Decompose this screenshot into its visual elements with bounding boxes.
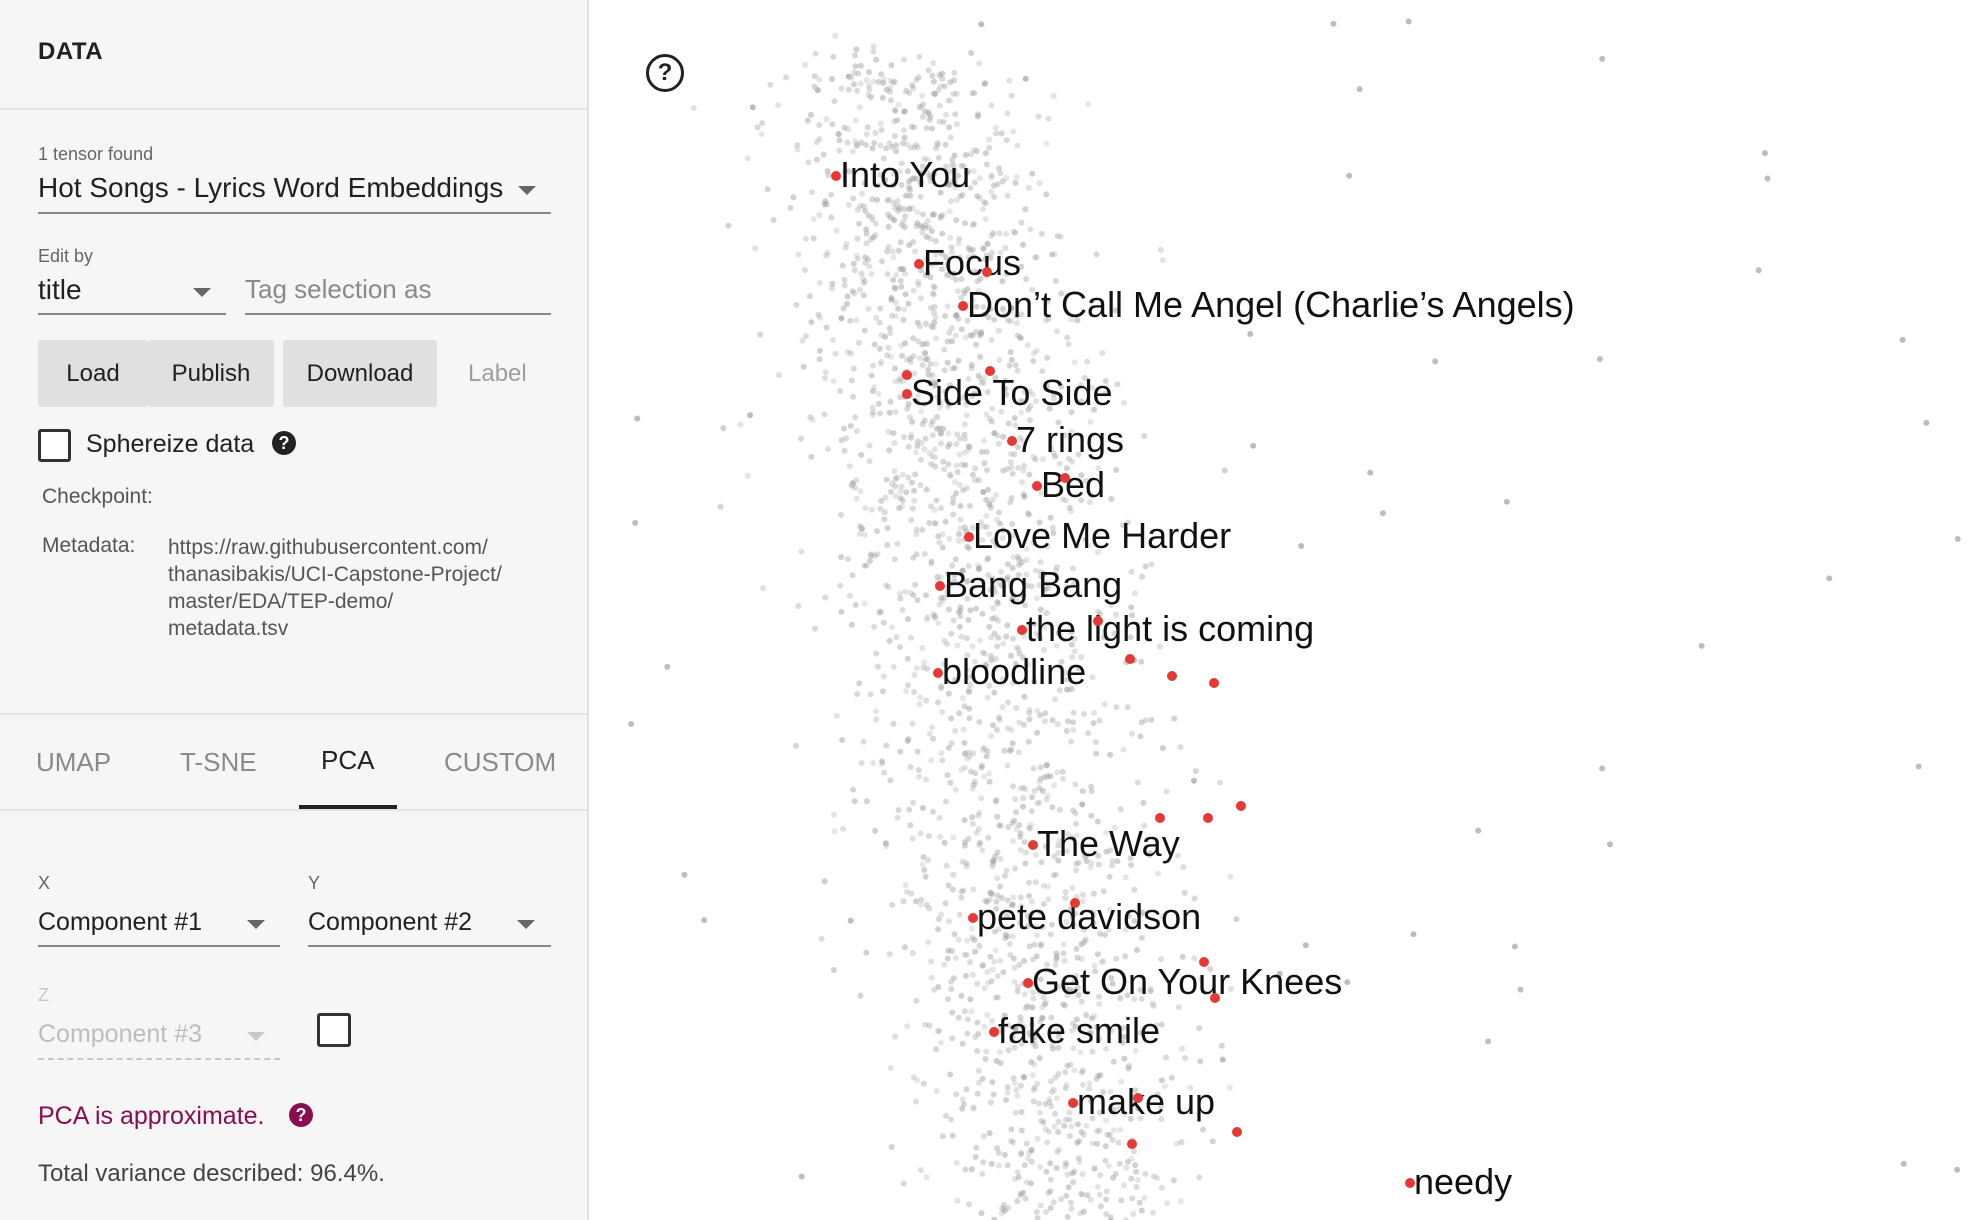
help-icon[interactable]: ?: [289, 1103, 313, 1127]
edit-by-underline: [38, 313, 226, 315]
point-label: The Way: [1037, 823, 1180, 864]
chevron-down-icon[interactable]: [518, 186, 536, 195]
y-component-select[interactable]: Component #2: [308, 908, 472, 937]
divider: [0, 108, 587, 110]
tab-tsne[interactable]: T-SNE: [180, 747, 257, 778]
highlighted-point[interactable]: [1199, 957, 1209, 967]
highlighted-point[interactable]: [1203, 813, 1213, 823]
metadata-line: master/EDA/TEP-demo/: [168, 590, 394, 613]
projection-plot[interactable]: ? Into You Focus Don’t Call Me Angel (Char…: [589, 0, 1986, 1220]
point-label: needy: [1414, 1161, 1512, 1202]
highlighted-point[interactable]: [1070, 898, 1080, 908]
highlighted-point[interactable]: [1093, 616, 1103, 626]
highlighted-point[interactable]: [1167, 671, 1177, 681]
edit-by-label: Edit by: [38, 246, 94, 266]
x-axis-label: X: [38, 873, 51, 893]
metadata-line: metadata.tsv: [168, 617, 289, 640]
point-label: Into You: [840, 154, 970, 195]
tab-custom[interactable]: CUSTOM: [444, 747, 556, 778]
x-select-underline: [38, 945, 280, 947]
highlighted-point[interactable]: [1155, 813, 1165, 823]
highlighted-point[interactable]: [1232, 1127, 1242, 1137]
z-select-underline: [38, 1058, 280, 1060]
point-label: Don’t Call Me Angel (Charlie’s Angels): [967, 284, 1575, 325]
point-label: Side To Side: [911, 372, 1112, 413]
x-component-select[interactable]: Component #1: [38, 908, 202, 937]
highlighted-point[interactable]: [1060, 473, 1070, 483]
sphereize-checkbox[interactable]: [38, 429, 71, 462]
metadata-line: https://raw.githubusercontent.com/: [168, 536, 488, 559]
y-axis-label: Y: [308, 873, 321, 893]
chevron-down-icon[interactable]: [247, 920, 265, 929]
point-label: Bang Bang: [944, 564, 1122, 605]
tab-pca[interactable]: PCA: [321, 745, 374, 776]
z-enable-checkbox[interactable]: [317, 1013, 351, 1047]
load-button[interactable]: Load: [38, 340, 148, 407]
highlighted-point[interactable]: [902, 370, 912, 380]
chevron-down-icon[interactable]: [517, 920, 535, 929]
z-component-select[interactable]: Component #3: [38, 1020, 202, 1049]
highlighted-point[interactable]: [985, 366, 995, 376]
highlighted-point[interactable]: [1210, 993, 1220, 1003]
publish-button[interactable]: Publish: [148, 340, 274, 407]
point-label: the light is coming: [1026, 608, 1314, 649]
highlighted-point[interactable]: [1133, 1093, 1143, 1103]
edit-by-select[interactable]: title: [38, 274, 82, 306]
label-button[interactable]: Label: [468, 360, 527, 388]
total-variance-text: Total variance described: 96.4%.: [38, 1160, 385, 1187]
metadata-line: thanasibakis/UCI-Capstone-Project/: [168, 563, 502, 586]
divider: [0, 713, 587, 715]
pca-approximate-note: PCA is approximate.: [38, 1102, 265, 1130]
z-axis-label: Z: [38, 985, 49, 1005]
tensor-select-underline: [38, 212, 551, 214]
highlighted-point[interactable]: [1209, 678, 1219, 688]
highlighted-point[interactable]: [982, 267, 992, 277]
highlighted-point[interactable]: [1127, 1139, 1137, 1149]
highlighted-point[interactable]: [1125, 654, 1135, 664]
point-label: Get On Your Knees: [1032, 961, 1342, 1002]
y-select-underline: [308, 945, 551, 947]
tab-umap[interactable]: UMAP: [36, 747, 111, 778]
help-icon[interactable]: ?: [272, 431, 296, 455]
tag-selection-underline: [245, 313, 551, 315]
chevron-down-icon[interactable]: [193, 288, 211, 297]
metadata-label: Metadata:: [42, 534, 136, 557]
chevron-down-icon[interactable]: [247, 1032, 265, 1041]
metadata-path: https://raw.githubusercontent.com/ thana…: [168, 534, 502, 642]
highlighted-point[interactable]: [1236, 801, 1246, 811]
tensor-count: 1 tensor found: [38, 144, 154, 164]
download-button[interactable]: Download: [283, 340, 437, 407]
data-panel: DATA 1 tensor found Hot Songs - Lyrics W…: [0, 0, 589, 1220]
tag-selection-input[interactable]: Tag selection as: [245, 274, 431, 305]
point-label: Love Me Harder: [973, 515, 1231, 556]
point-label: pete davidson: [977, 896, 1201, 937]
point-label: Focus: [923, 242, 1021, 283]
sphereize-label: Sphereize data: [86, 430, 255, 458]
checkpoint-label: Checkpoint:: [42, 485, 153, 508]
tensor-select[interactable]: Hot Songs - Lyrics Word Embeddings: [38, 172, 503, 204]
point-label: Bed: [1041, 464, 1105, 505]
point-label: 7 rings: [1016, 419, 1124, 460]
divider: [0, 809, 587, 811]
point-label: make up: [1077, 1081, 1215, 1122]
point-label: bloodline: [942, 651, 1086, 692]
scatter-canvas[interactable]: Into You FocusDon’t Call Me Angel (Charli…: [589, 0, 1986, 1220]
panel-header: DATA: [38, 38, 104, 65]
point-label: fake smile: [998, 1010, 1160, 1051]
